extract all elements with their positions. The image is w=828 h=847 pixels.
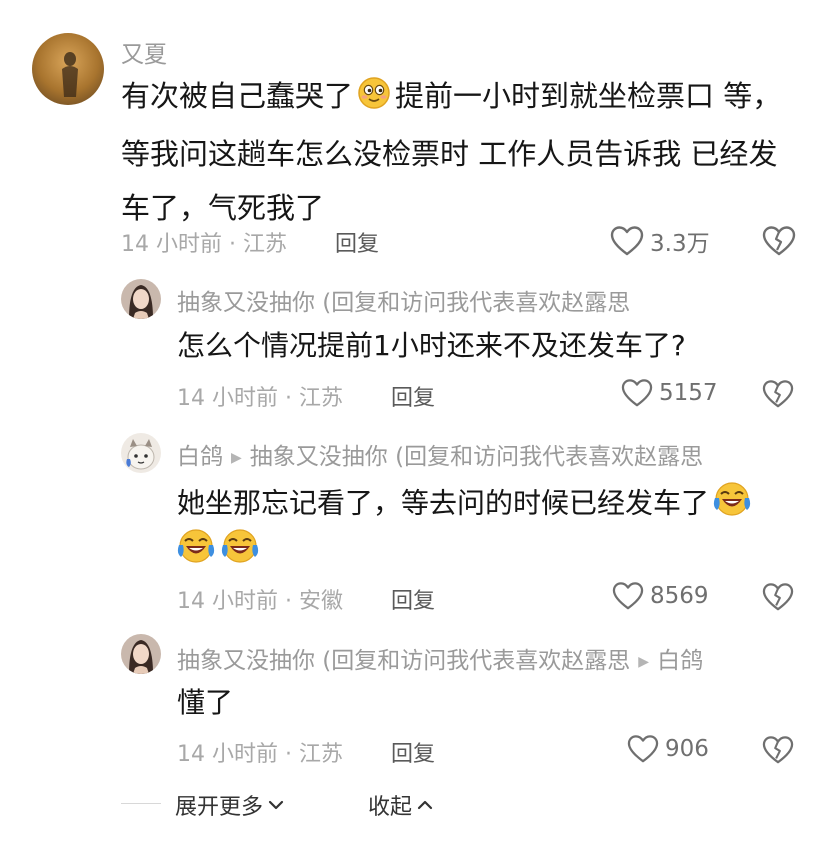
expand-more-button[interactable]: 展开更多 [175, 789, 285, 821]
comment-text: 有次被自己蠢哭了 提前一小时到就坐检票口 等， 等我问这趟车怎么没检票时 工作人… [121, 76, 781, 228]
like-count: 8569 [650, 583, 709, 609]
avatar[interactable] [121, 433, 161, 473]
like-button[interactable]: 5157 [621, 378, 718, 408]
comment-text-line: 提前一小时到就坐检票口 等， [395, 79, 782, 113]
reply-to-username[interactable]: 抽象又没抽你 (回复和访问我代表喜欢赵露思 [250, 444, 703, 470]
comment-username[interactable]: 白鸽 [177, 444, 223, 470]
reply-button[interactable]: 回复 [391, 583, 435, 615]
collapse-button[interactable]: 收起 [368, 789, 434, 821]
expand-more-label: 展开更多 [175, 795, 264, 820]
like-count: 5157 [659, 380, 718, 406]
comment-username[interactable]: 抽象又没抽你 (回复和访问我代表喜欢赵露思 [177, 648, 630, 674]
like-button[interactable]: 3.3万 [610, 224, 710, 258]
chevron-up-icon [417, 800, 433, 810]
dislike-heart-icon [762, 736, 794, 764]
heart-icon [627, 735, 659, 763]
comment-text-line: 车了，气死我了 [121, 191, 325, 225]
emoji-laugh-cry-icon [713, 480, 751, 529]
comment-time-location: 14 小时前 · 江苏 [177, 742, 343, 767]
comment-username[interactable]: 抽象又没抽你 (回复和访问我代表喜欢赵露思 [177, 283, 630, 317]
reply-arrow-icon: ▶ [638, 653, 650, 670]
chevron-down-icon [268, 800, 284, 810]
reply-to-username[interactable]: 白鸽 [657, 648, 703, 674]
comment-text: 懂了 [177, 686, 234, 719]
comment-time-location: 14 小时前 · 江苏 [177, 386, 343, 411]
emoji-smile-icon [357, 76, 391, 120]
comment-username-row: 抽象又没抽你 (回复和访问我代表喜欢赵露思 ▶ 白鸽 [177, 641, 703, 675]
dislike-heart-icon [762, 226, 796, 256]
comment-text: 她坐那忘记看了，等去问的时候已经发车了 [177, 480, 751, 529]
emoji-laugh-cry-icon [221, 527, 259, 569]
heart-icon [612, 582, 644, 610]
comment-text: 怎么个情况提前1小时还来不及还发车了? [177, 329, 686, 362]
heart-icon [621, 379, 653, 407]
comment-text-line: 有次被自己蠢哭了 [121, 79, 354, 113]
comment-time-location: 14 小时前 · 江苏 [121, 232, 287, 257]
avatar[interactable] [32, 33, 104, 105]
reply-button[interactable]: 回复 [391, 380, 435, 412]
dislike-button[interactable] [762, 582, 794, 616]
comment-text-line: 她坐那忘记看了，等去问的时候已经发车了 [177, 486, 710, 520]
comment-username[interactable]: 又夏 [121, 35, 167, 69]
dislike-button[interactable] [762, 379, 794, 413]
dislike-button[interactable] [762, 225, 796, 261]
heart-icon [610, 226, 644, 256]
reply-arrow-icon: ▶ [231, 449, 242, 466]
comment-time-location: 14 小时前 · 安徽 [177, 589, 343, 614]
like-count: 906 [665, 736, 709, 762]
comment-username-row: 白鸽 ▶ 抽象又没抽你 (回复和访问我代表喜欢赵露思 [177, 437, 703, 471]
reply-button[interactable]: 回复 [335, 226, 379, 258]
comment-text-line: 等我问这趟车怎么没检票时 工作人员告诉我 已经发 [121, 137, 778, 171]
dislike-button[interactable] [762, 735, 794, 769]
like-button[interactable]: 8569 [612, 581, 709, 611]
like-count: 3.3万 [650, 231, 710, 257]
reply-button[interactable]: 回复 [391, 736, 435, 768]
footer-divider [121, 803, 161, 804]
like-button[interactable]: 906 [627, 734, 709, 764]
emoji-laugh-cry-icon [177, 527, 215, 569]
emoji-row [177, 527, 259, 569]
dislike-heart-icon [762, 380, 794, 408]
collapse-label: 收起 [368, 795, 413, 820]
dislike-heart-icon [762, 583, 794, 611]
avatar[interactable] [121, 279, 161, 319]
avatar[interactable] [121, 634, 161, 674]
